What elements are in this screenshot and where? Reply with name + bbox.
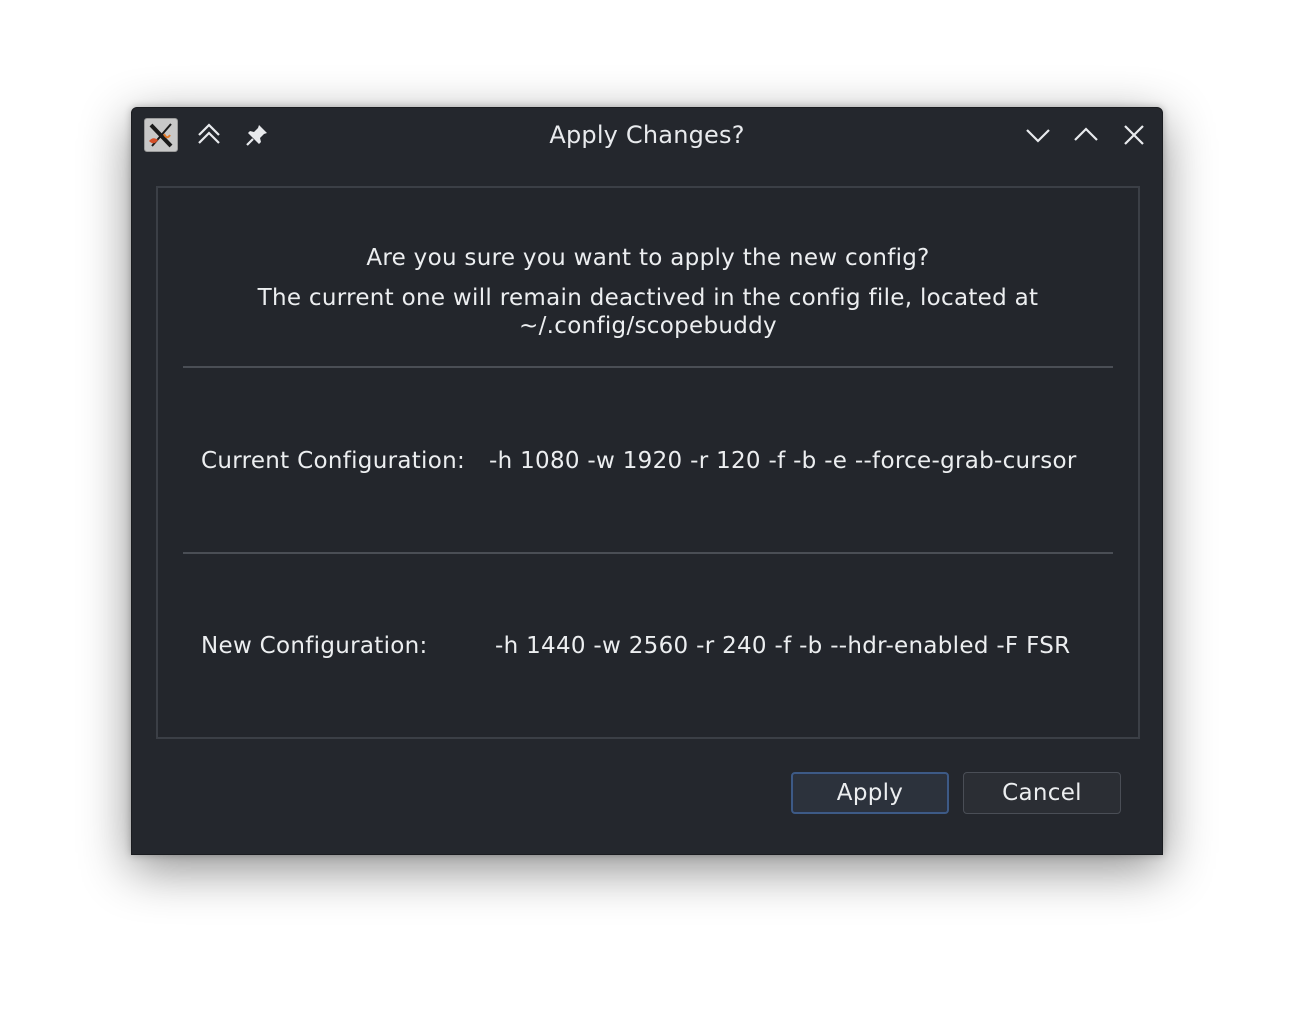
content-panel: Are you sure you want to apply the new c… — [156, 186, 1140, 739]
confirm-question: Are you sure you want to apply the new c… — [366, 245, 930, 271]
minimize-button[interactable] — [1023, 120, 1053, 150]
apply-button[interactable]: Apply — [791, 772, 949, 814]
cancel-button[interactable]: Cancel — [963, 772, 1121, 814]
close-icon — [1121, 122, 1147, 148]
close-button[interactable] — [1119, 120, 1149, 150]
config-path: ~/.config/scopebuddy — [519, 313, 777, 339]
config-note: The current one will remain deactived in… — [158, 284, 1138, 340]
dialog-window: Apply Changes? Are you sure you want to … — [131, 107, 1163, 855]
new-config-label: New Configuration: — [201, 633, 428, 659]
current-config-value: -h 1080 -w 1920 -r 120 -f -b -e --force-… — [489, 448, 1077, 474]
titlebar[interactable]: Apply Changes? — [132, 108, 1162, 164]
config-note-line: The current one will remain deactived in… — [257, 285, 1039, 311]
chevron-down-icon — [1025, 122, 1051, 148]
new-config-value: -h 1440 -w 2560 -r 240 -f -b --hdr-enabl… — [495, 633, 1071, 659]
divider — [183, 552, 1113, 554]
chevron-up-icon — [1073, 122, 1099, 148]
maximize-button[interactable] — [1071, 120, 1101, 150]
window-title: Apply Changes? — [549, 121, 745, 149]
divider — [183, 366, 1113, 368]
current-config-label: Current Configuration: — [201, 448, 466, 474]
